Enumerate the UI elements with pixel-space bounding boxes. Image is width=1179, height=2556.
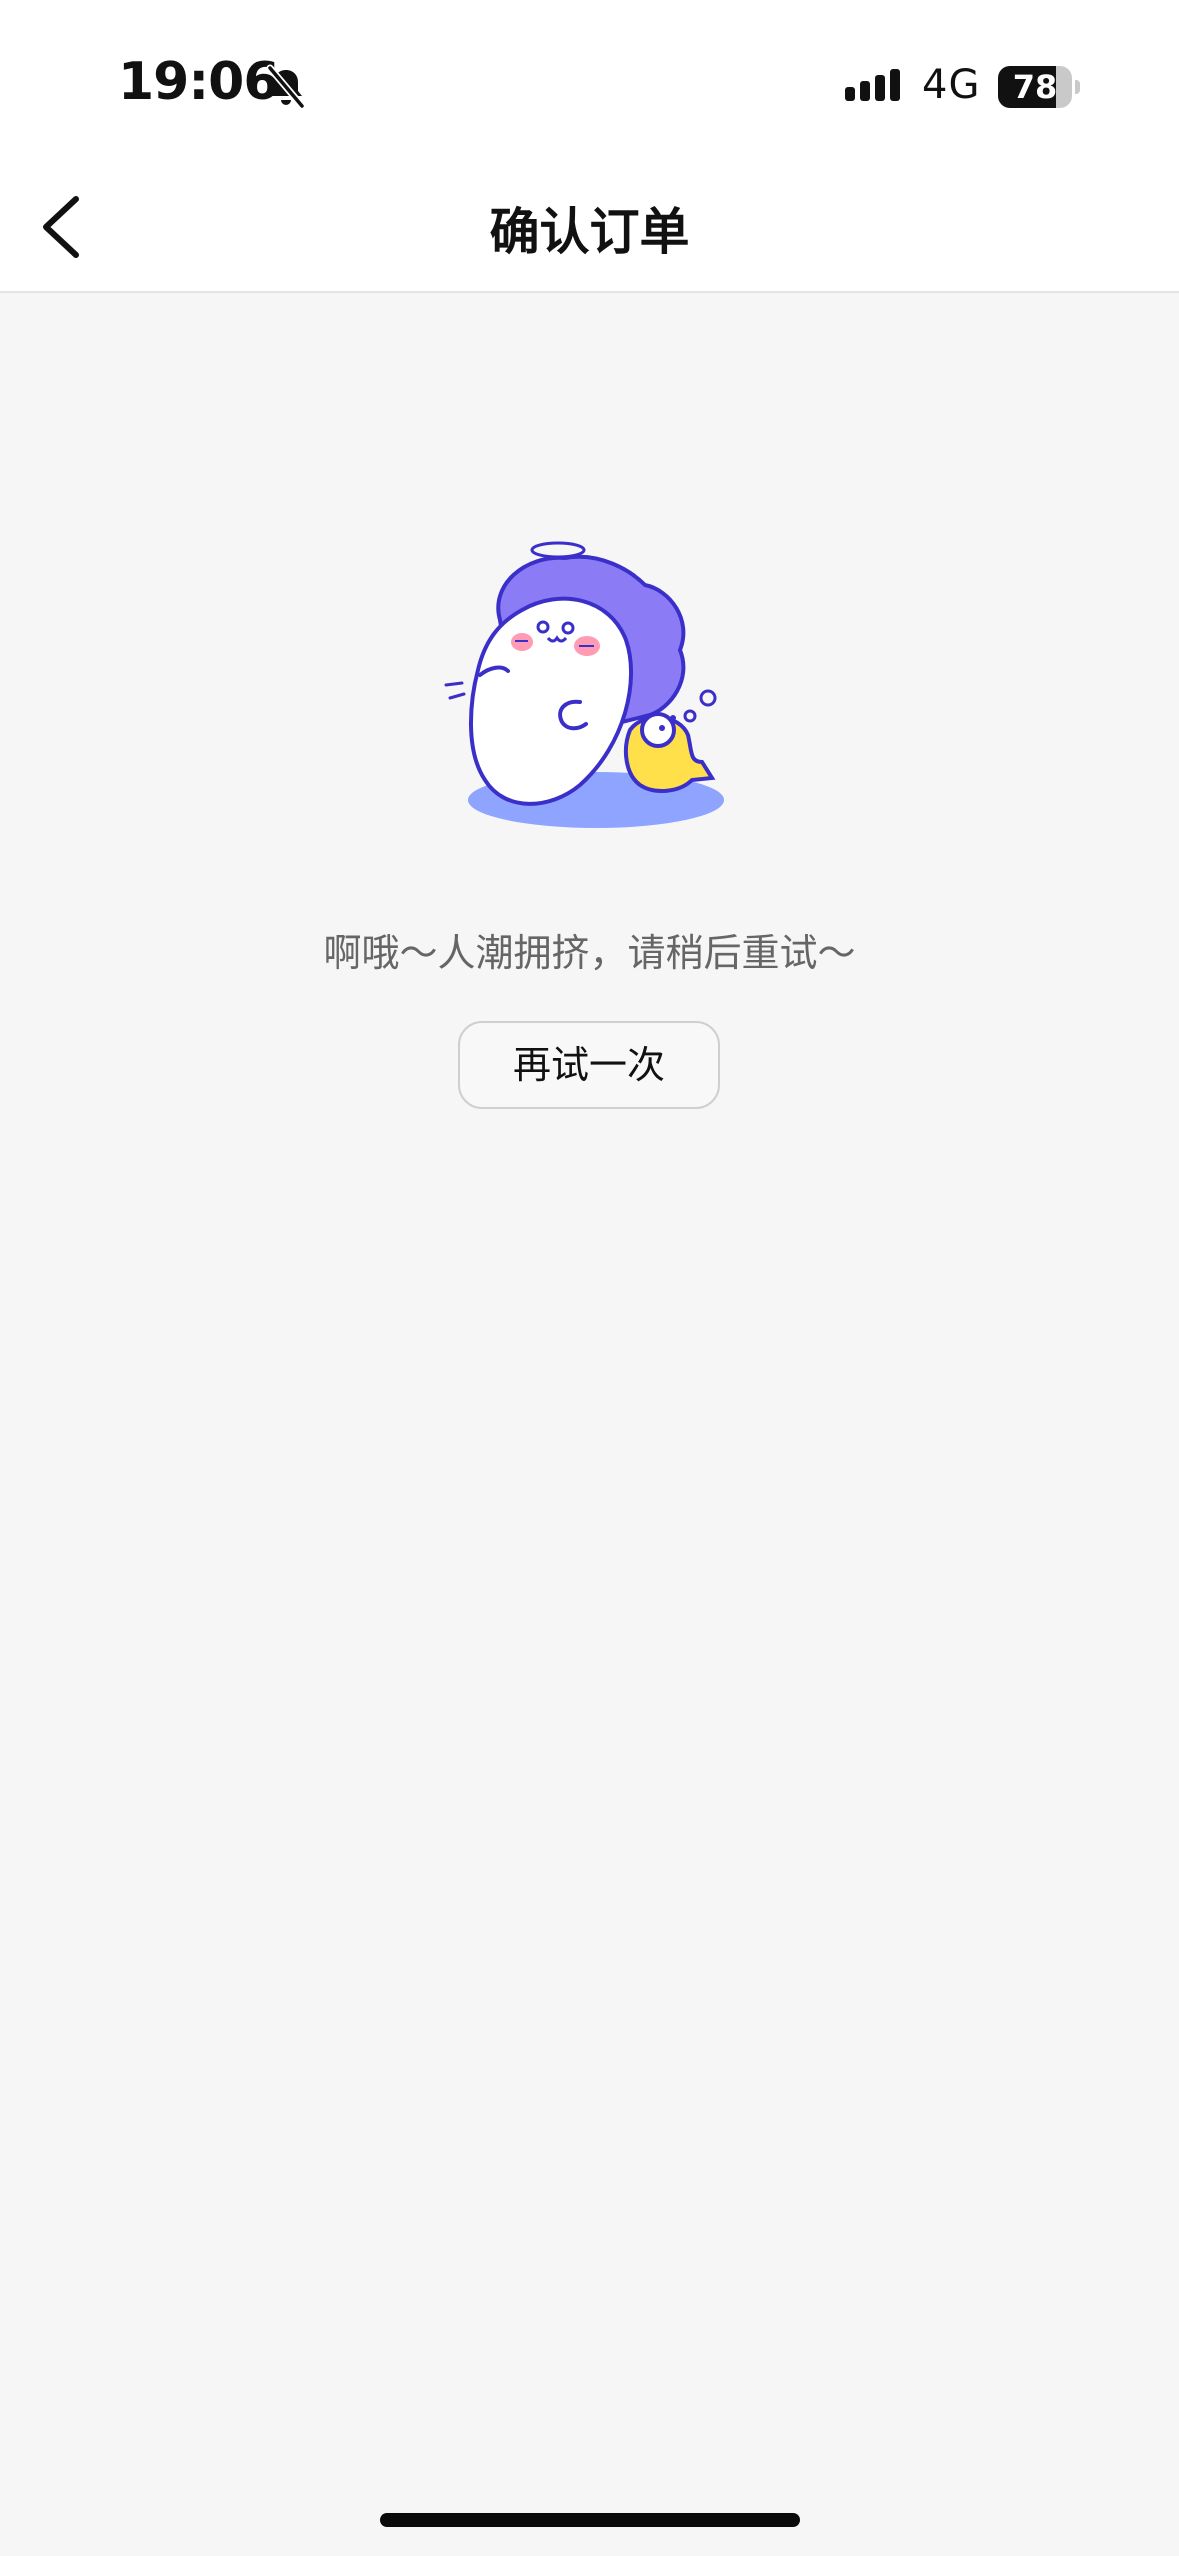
page-title: 确认订单	[489, 203, 690, 261]
battery-icon: 78	[998, 66, 1080, 108]
retry-button[interactable]: 再试一次	[458, 1021, 720, 1109]
home-indicator[interactable]	[380, 2513, 800, 2527]
header: 19:06 4G 78 确认订单	[0, 0, 1179, 293]
bell-slash-icon	[266, 64, 306, 110]
seal-mascot-illustration	[444, 541, 724, 828]
network-type: 4G	[922, 62, 981, 108]
error-message: 啊哦～人潮拥挤，请稍后重试～	[323, 931, 856, 975]
signal-icon	[845, 69, 900, 101]
battery-level: 78	[1012, 68, 1058, 106]
status-time: 19:06	[118, 52, 280, 112]
